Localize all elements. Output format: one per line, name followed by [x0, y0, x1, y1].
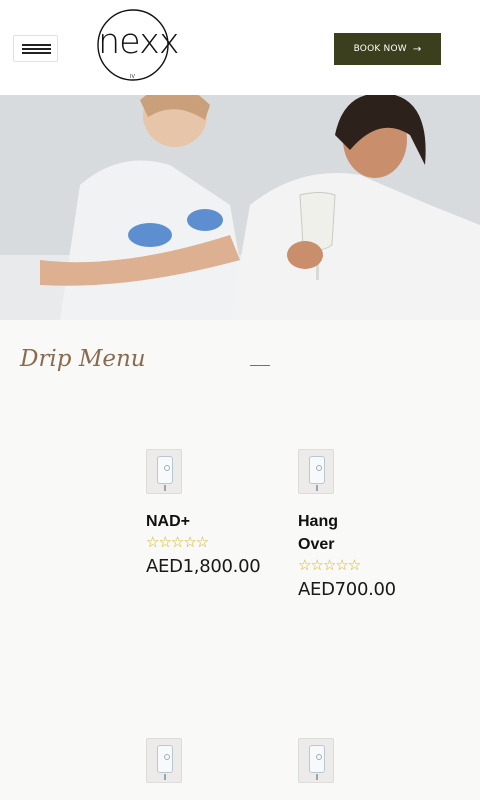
product-price: AED1,800.00 — [146, 556, 261, 577]
book-now-label: BOOK NOW — [353, 44, 407, 54]
product-name-line2: Over — [298, 536, 335, 553]
star-outline-icon: ☆☆☆☆☆ — [298, 556, 361, 574]
iv-tube-icon — [164, 485, 166, 491]
site-header: nexx IV BOOK NOW → — [0, 0, 480, 95]
product-price: AED700.00 — [298, 579, 396, 600]
hamburger-icon-line — [22, 52, 51, 54]
product-thumbnail[interactable] — [146, 738, 182, 783]
logo-sub: IV — [130, 74, 135, 80]
product-card[interactable]: NAD+ ☆☆☆☆☆ AED1,800.00 — [146, 449, 261, 577]
iv-bag-icon — [309, 745, 325, 773]
product-card[interactable] — [146, 738, 182, 783]
logo-text: nexx — [98, 22, 180, 62]
product-thumbnail[interactable] — [298, 738, 334, 783]
iv-bag-icon — [157, 745, 173, 773]
product-name[interactable]: Hang Over — [298, 510, 396, 556]
product-card[interactable]: Hang Over ☆☆☆☆☆ AED700.00 — [298, 449, 396, 600]
star-outline-icon: ☆☆☆☆☆ — [146, 533, 209, 551]
book-now-button[interactable]: BOOK NOW → — [334, 33, 441, 65]
section-title: Drip Menu — [20, 346, 146, 372]
hero-image — [0, 95, 480, 320]
iv-tube-icon — [316, 774, 318, 780]
iv-tube-icon — [164, 774, 166, 780]
product-name[interactable]: NAD+ — [146, 510, 260, 533]
arrow-right-icon: → — [412, 43, 422, 55]
product-card[interactable] — [298, 738, 334, 783]
section-divider — [250, 365, 270, 366]
hamburger-icon — [22, 44, 51, 46]
hamburger-icon-line — [22, 48, 51, 50]
product-thumbnail[interactable] — [298, 449, 334, 494]
hamburger-menu-button[interactable] — [13, 35, 58, 62]
iv-bag-icon — [157, 456, 173, 484]
product-name-line1: Hang — [298, 513, 338, 530]
iv-bag-icon — [309, 456, 325, 484]
iv-tube-icon — [316, 485, 318, 491]
hero-illustration — [0, 95, 480, 320]
product-thumbnail[interactable] — [146, 449, 182, 494]
